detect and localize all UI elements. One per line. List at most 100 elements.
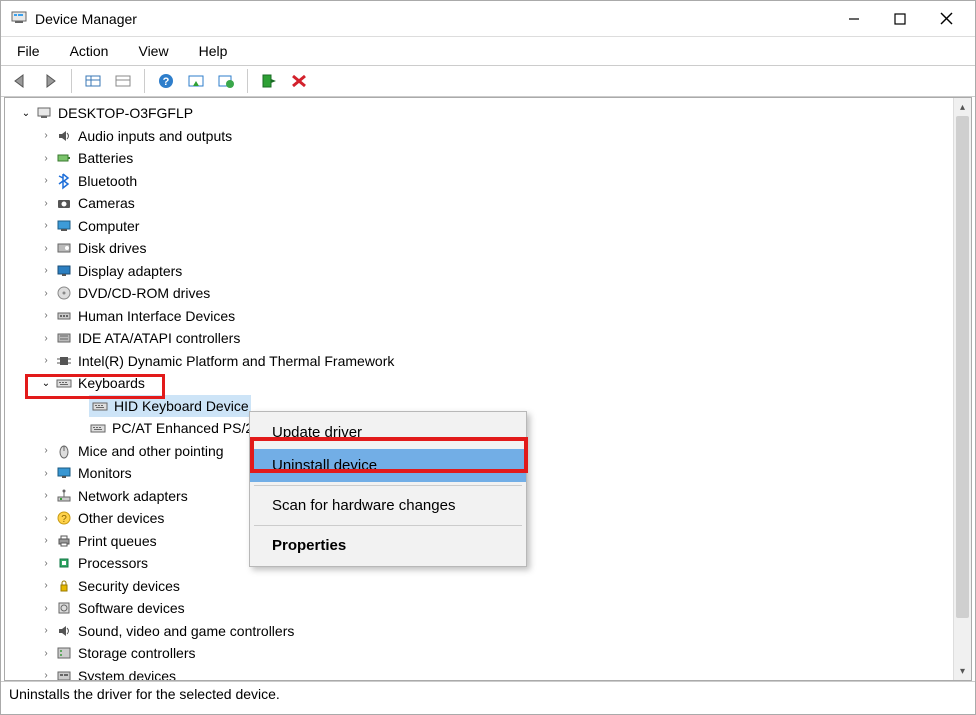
tree-category-security[interactable]: ›Security devices: [15, 575, 953, 598]
expand-icon[interactable]: ›: [39, 580, 53, 591]
chip-icon: [55, 353, 73, 369]
tree-item-label: Cameras: [78, 195, 135, 211]
security-icon: [55, 578, 73, 594]
scroll-down-button[interactable]: ▾: [954, 662, 971, 680]
ide-icon: [55, 330, 73, 346]
tree-root[interactable]: ⌄DESKTOP-O3FGFLP: [15, 102, 953, 125]
expand-icon[interactable]: ›: [39, 445, 53, 456]
printer-icon: [55, 533, 73, 549]
context-menu-item[interactable]: Scan for hardware changes: [250, 489, 526, 522]
bluetooth-icon: [55, 173, 73, 189]
tree-category-storage[interactable]: ›Storage controllers: [15, 642, 953, 665]
tree-category-display[interactable]: ›Display adapters: [15, 260, 953, 283]
storage-icon: [55, 645, 73, 661]
expand-icon[interactable]: ›: [39, 288, 53, 299]
statusbar-text: Uninstalls the driver for the selected d…: [9, 686, 280, 702]
disk-icon: [55, 240, 73, 256]
vertical-scrollbar[interactable]: ▴ ▾: [953, 98, 971, 680]
scroll-thumb[interactable]: [956, 116, 969, 618]
tree-item-label: Computer: [78, 218, 139, 234]
tree-category-dvd[interactable]: ›DVD/CD-ROM drives: [15, 282, 953, 305]
scroll-up-button[interactable]: ▴: [954, 98, 971, 116]
display-icon: [55, 263, 73, 279]
tree-category-keyboard[interactable]: ⌄ Keyboards: [15, 372, 953, 395]
expand-icon[interactable]: ›: [39, 535, 53, 546]
other-icon: ?: [55, 510, 73, 526]
expand-icon[interactable]: ›: [39, 130, 53, 141]
expand-icon[interactable]: ›: [39, 558, 53, 569]
expand-icon[interactable]: ›: [39, 220, 53, 231]
collapse-icon[interactable]: ⌄: [39, 378, 53, 389]
expand-icon[interactable]: ›: [39, 468, 53, 479]
tree-item-label: PC/AT Enhanced PS/2: [112, 420, 253, 436]
expand-icon[interactable]: ›: [39, 625, 53, 636]
tree-category-bluetooth[interactable]: ›Bluetooth: [15, 170, 953, 193]
context-menu: Update driverUninstall device Scan for ha…: [249, 411, 527, 567]
forward-button[interactable]: [36, 68, 64, 94]
expand-icon[interactable]: ›: [39, 490, 53, 501]
tree-item-label: Network adapters: [78, 488, 188, 504]
enable-device-icon[interactable]: [255, 68, 283, 94]
device-tree[interactable]: ⌄DESKTOP-O3FGFLP › Audio inputs and output…: [5, 98, 953, 680]
context-menu-separator: [254, 485, 522, 486]
show-all-icon[interactable]: [79, 68, 107, 94]
tree-item-label: Other devices: [78, 510, 164, 526]
tree-item-label: IDE ATA/ATAPI controllers: [78, 330, 240, 346]
speaker-icon: [55, 128, 73, 144]
close-button[interactable]: [923, 4, 969, 34]
expand-icon[interactable]: ›: [39, 513, 53, 524]
expand-icon[interactable]: ›: [39, 603, 53, 614]
tree-category-system[interactable]: ›System devices: [15, 665, 953, 681]
svg-text:?: ?: [61, 514, 67, 525]
expand-icon[interactable]: ›: [39, 670, 53, 680]
tree-category-computer[interactable]: › Computer: [15, 215, 953, 238]
expand-icon[interactable]: ›: [39, 175, 53, 186]
tree-category-battery[interactable]: ›Batteries: [15, 147, 953, 170]
tree-category-speaker[interactable]: ›Sound, video and game controllers: [15, 620, 953, 643]
expand-icon[interactable]: ›: [39, 243, 53, 254]
expand-icon[interactable]: ›: [39, 153, 53, 164]
maximize-button[interactable]: [877, 4, 923, 34]
menu-action[interactable]: Action: [64, 41, 115, 61]
expand-icon[interactable]: ›: [39, 333, 53, 344]
keyboard-icon: [89, 420, 107, 436]
scan-hardware-icon[interactable]: [182, 68, 210, 94]
svg-text:?: ?: [163, 76, 170, 88]
tree-category-disk[interactable]: ›Disk drives: [15, 237, 953, 260]
update-driver-icon[interactable]: [212, 68, 240, 94]
tree-category-ide[interactable]: › IDE ATA/ATAPI controllers: [15, 327, 953, 350]
expand-icon[interactable]: ›: [39, 355, 53, 366]
app-icon: [11, 9, 27, 28]
speaker-icon: [55, 623, 73, 639]
menu-view[interactable]: View: [132, 41, 174, 61]
expand-icon[interactable]: ›: [39, 310, 53, 321]
uninstall-device-icon[interactable]: [285, 68, 313, 94]
context-menu-item[interactable]: Uninstall device: [250, 449, 526, 482]
tree-category-speaker[interactable]: › Audio inputs and outputs: [15, 125, 953, 148]
expand-icon[interactable]: ›: [39, 198, 53, 209]
tree-item-label: Keyboards: [78, 375, 145, 391]
expand-icon[interactable]: ›: [39, 265, 53, 276]
collapse-icon[interactable]: ⌄: [19, 108, 33, 119]
tree-item-label: Audio inputs and outputs: [78, 128, 232, 144]
tree-category-software[interactable]: ›Software devices: [15, 597, 953, 620]
help-icon[interactable]: ?: [152, 68, 180, 94]
tree-category-chip[interactable]: ›Intel(R) Dynamic Platform and Thermal F…: [15, 350, 953, 373]
menu-help[interactable]: Help: [193, 41, 234, 61]
menu-file[interactable]: File: [11, 41, 46, 61]
show-hidden-icon[interactable]: [109, 68, 137, 94]
computer-root-icon: [35, 105, 53, 121]
context-menu-item[interactable]: Update driver: [250, 416, 526, 449]
tree-category-camera[interactable]: › Cameras: [15, 192, 953, 215]
tree-item-label: Human Interface Devices: [78, 308, 235, 324]
keyboard-icon: [55, 375, 73, 391]
context-menu-item[interactable]: Properties: [250, 529, 526, 562]
tree-category-hid[interactable]: › Human Interface Devices: [15, 305, 953, 328]
tree-item-label: Monitors: [78, 465, 132, 481]
back-button[interactable]: [6, 68, 34, 94]
minimize-button[interactable]: [831, 4, 877, 34]
titlebar: Device Manager: [1, 1, 975, 37]
software-icon: [55, 600, 73, 616]
expand-icon[interactable]: ›: [39, 648, 53, 659]
menubar: File Action View Help: [1, 37, 975, 65]
